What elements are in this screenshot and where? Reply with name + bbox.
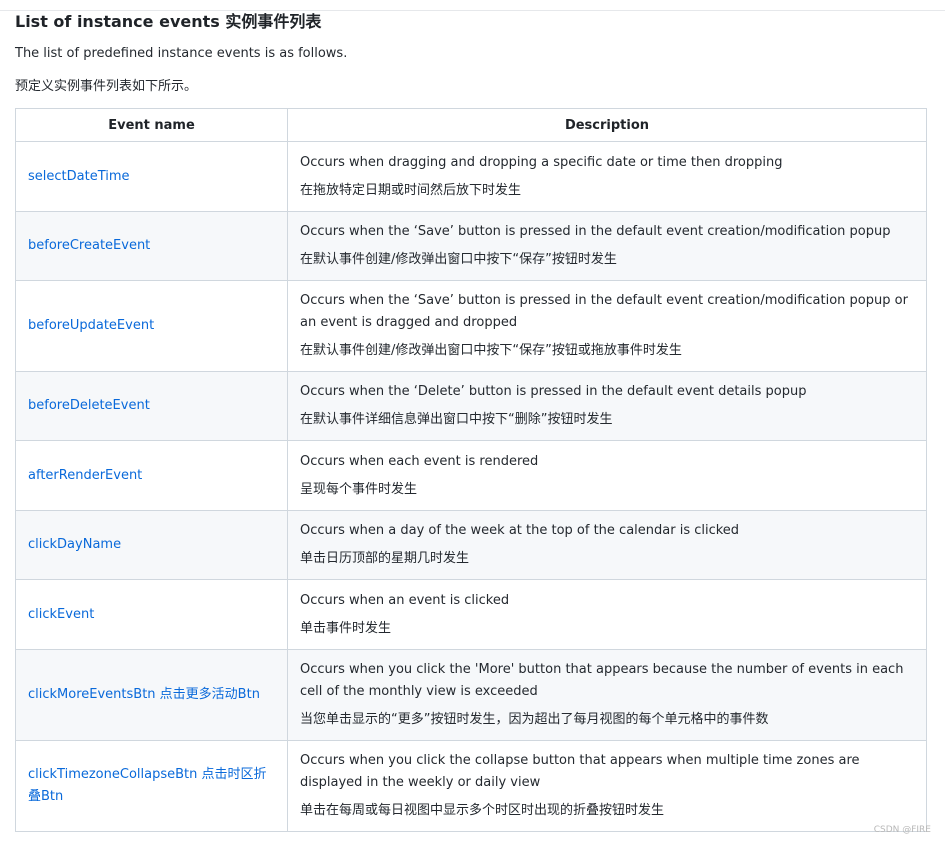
event-name-link[interactable]: selectDateTime	[15, 141, 288, 212]
table-row: selectDateTime Occurs when dragging and …	[15, 141, 927, 212]
description-zh: 在默认事件创建/修改弹出窗口中按下“保存”按钮时发生	[300, 252, 617, 267]
event-name-link[interactable]: beforeUpdateEvent	[15, 280, 288, 372]
event-description: Occurs when each event is rendered 呈现每个事…	[287, 440, 927, 511]
event-description: Occurs when you click the collapse butto…	[287, 740, 927, 832]
event-name-link[interactable]: afterRenderEvent	[15, 440, 288, 511]
event-name-link[interactable]: clickEvent	[15, 579, 288, 650]
event-description: Occurs when the ‘Delete’ button is press…	[287, 371, 927, 441]
event-name-link[interactable]: clickDayName	[15, 510, 288, 580]
event-description: Occurs when the ‘Save’ button is pressed…	[287, 211, 927, 281]
column-header-event-name: Event name	[15, 108, 288, 142]
description-zh: 呈现每个事件时发生	[300, 481, 418, 497]
table-row: afterRenderEvent Occurs when each event …	[15, 440, 927, 511]
event-name-link[interactable]: beforeCreateEvent	[15, 211, 288, 281]
description-zh: 单击日历顶部的星期几时发生	[300, 551, 470, 566]
event-name-link[interactable]: beforeDeleteEvent	[15, 371, 288, 441]
description-zh: 在拖放特定日期或时间然后放下时发生	[300, 182, 522, 198]
event-name-link[interactable]: clickMoreEventsBtn 点击更多活动Btn	[15, 649, 288, 741]
intro-text-en: The list of predefined instance events i…	[15, 46, 348, 61]
event-description: Occurs when an event is clicked 单击事件时发生	[287, 579, 927, 650]
event-name-link[interactable]: clickTimezoneCollapseBtn 点击时区折叠Btn	[15, 740, 288, 832]
column-header-description: Description	[287, 108, 927, 142]
description-en: Occurs when each event is rendered	[300, 453, 539, 469]
instance-events-table: Event name Description selectDateTime Oc…	[15, 108, 927, 832]
description-zh: 在默认事件创建/修改弹出窗口中按下“保存”按钮或拖放事件时发生	[300, 343, 682, 358]
description-zh: 在默认事件详细信息弹出窗口中按下“删除”按钮时发生	[300, 412, 613, 427]
event-description: Occurs when a day of the week at the top…	[287, 510, 927, 580]
description-en: Occurs when dragging and dropping a spec…	[300, 154, 783, 170]
intro-text-zh: 预定义实例事件列表如下所示。	[15, 79, 198, 94]
description-zh: 单击在每周或每日视图中显示多个时区时出现的折叠按钮时发生	[300, 803, 665, 818]
description-en: Occurs when the ‘Delete’ button is press…	[300, 384, 807, 399]
description-zh: 单击事件时发生	[300, 620, 392, 636]
table-row: clickDayName Occurs when a day of the we…	[15, 510, 927, 580]
description-en: Occurs when the ‘Save’ button is pressed…	[300, 293, 908, 330]
description-en: Occurs when a day of the week at the top…	[300, 523, 740, 538]
table-row: beforeDeleteEvent Occurs when the ‘Delet…	[15, 371, 927, 441]
event-description: Occurs when dragging and dropping a spec…	[287, 141, 927, 212]
table-row: clickTimezoneCollapseBtn 点击时区折叠Btn Occur…	[15, 740, 927, 832]
description-en: Occurs when you click the collapse butto…	[300, 753, 860, 790]
event-description: Occurs when the ‘Save’ button is pressed…	[287, 280, 927, 372]
table-row: beforeUpdateEvent Occurs when the ‘Save’…	[15, 280, 927, 372]
description-en: Occurs when an event is clicked	[300, 592, 510, 608]
section-heading: List of instance events 实例事件列表	[15, 12, 322, 31]
watermark: CSDN @FIRE	[873, 825, 931, 835]
table-header-row: Event name Description	[15, 108, 927, 142]
table-row: clickEvent Occurs when an event is click…	[15, 579, 927, 650]
event-description: Occurs when you click the 'More' button …	[287, 649, 927, 741]
description-zh: 当您单击显示的“更多”按钮时发生，因为超出了每月视图的每个单元格中的事件数	[300, 712, 769, 727]
table-row: clickMoreEventsBtn 点击更多活动Btn Occurs when…	[15, 649, 927, 741]
description-en: Occurs when you click the 'More' button …	[300, 662, 904, 699]
table-row: beforeCreateEvent Occurs when the ‘Save’…	[15, 211, 927, 281]
description-en: Occurs when the ‘Save’ button is pressed…	[300, 224, 891, 239]
